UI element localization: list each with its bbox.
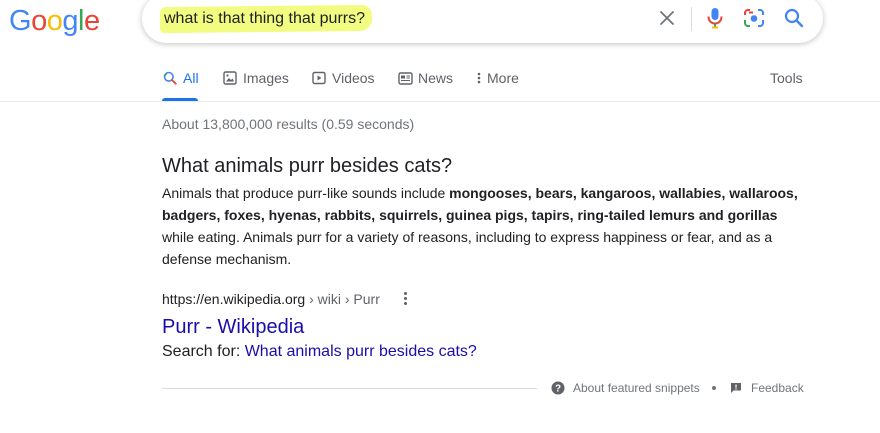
logo-letter: G [9,5,32,37]
tab-news[interactable]: News [397,70,453,86]
tab-label: Videos [332,70,375,86]
tools-button[interactable]: Tools [770,70,803,86]
search-tabs: All Images Videos News More Tools [162,62,822,102]
footer-divider [162,388,537,389]
feedback-label: Feedback [751,381,804,395]
search-for-label: Search for: [162,343,245,360]
result-title-link[interactable]: Purr - Wikipedia [162,316,304,339]
help-icon: ? [551,381,565,395]
search-icon[interactable] [782,6,806,30]
logo-letter: o [46,5,63,37]
close-icon[interactable] [655,6,679,30]
result-url-path: › wiki › Purr [305,291,380,307]
newspaper-icon [397,70,413,86]
search-icon [162,70,178,86]
image-icon [222,70,238,86]
search-for-line: Search for: What animals purr besides ca… [162,343,477,361]
search-input[interactable]: what is that thing that purrs? [164,10,365,28]
logo-letter: g [62,5,78,37]
tab-label: News [418,70,454,86]
more-vert-icon [476,70,482,86]
search-box[interactable]: what is that thing that purrs? [142,0,823,43]
result-url-domain: https://en.wikipedia.org [162,291,306,307]
feedback-icon [729,381,743,395]
result-menu-icon[interactable] [398,290,412,306]
footer-separator [712,386,716,390]
microphone-icon[interactable] [703,6,727,30]
about-featured-snippets-link[interactable]: ? About featured snippets [551,381,700,395]
camera-lens-icon[interactable] [742,6,766,30]
snippet-text-after: while eating. Animals purr for a variety… [162,229,773,267]
feedback-link[interactable]: Feedback [729,381,804,395]
google-logo[interactable]: Google [9,3,100,39]
logo-letter: e [83,5,100,37]
result-stats: About 13,800,000 results (0.59 seconds) [162,116,415,132]
tab-all[interactable]: All [162,70,199,86]
snippet-text-before: Animals that produce purr-like sounds in… [162,185,450,201]
tab-label: More [487,70,519,86]
result-url[interactable]: https://en.wikipedia.org › wiki › Purr [162,291,380,307]
tab-more[interactable]: More [476,70,519,86]
about-featured-snippets-label: About featured snippets [573,381,700,395]
search-for-link[interactable]: What animals purr besides cats? [245,343,477,360]
tab-label: Images [243,70,289,86]
snippet-text: Animals that produce purr-like sounds in… [162,182,812,270]
tab-videos[interactable]: Videos [311,70,375,86]
tab-images[interactable]: Images [222,70,289,86]
svg-text:?: ? [555,384,561,395]
tabs-divider [0,101,880,102]
snippet-question: What animals purr besides cats? [162,155,453,177]
play-icon [311,70,327,86]
search-divider [691,7,692,31]
logo-letter: o [31,5,47,37]
tab-label: All [183,70,199,86]
